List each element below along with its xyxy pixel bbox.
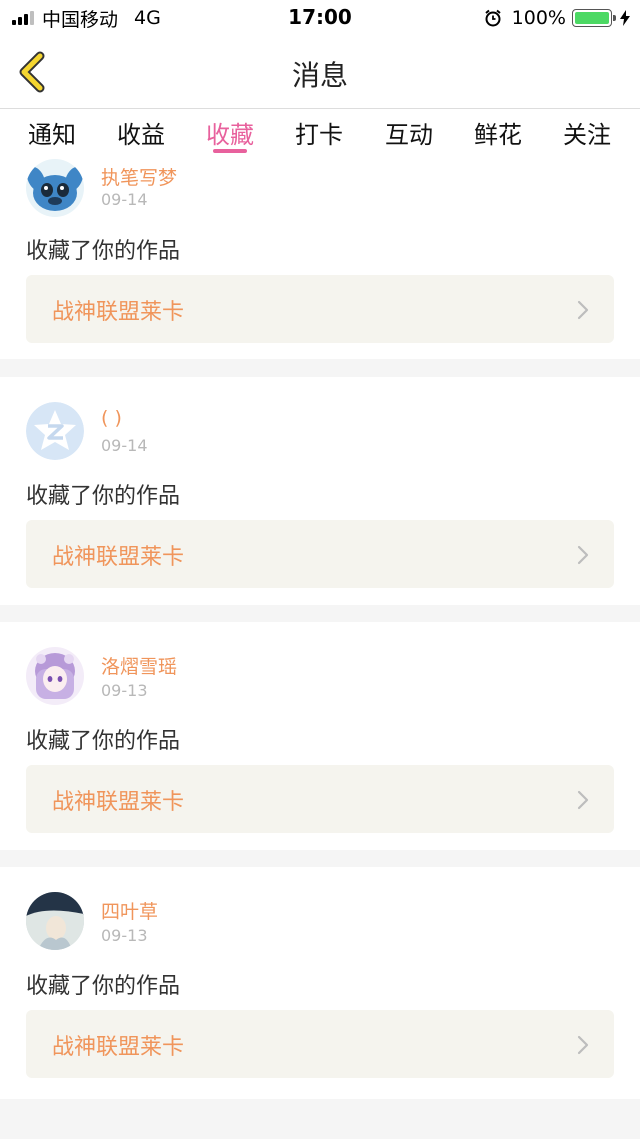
message-date: 09-14 [101,190,148,209]
message-date: 09-13 [101,681,148,700]
stitch-avatar-icon[interactable] [26,159,84,217]
qzone-star-avatar-icon[interactable] [26,402,84,460]
tab-checkin[interactable]: 打卡 [279,115,359,150]
active-tab-indicator [213,149,247,153]
battery-percent: 100% [511,7,566,29]
message-text: 收藏了你的作品 [26,484,181,509]
nav-bar: 消息 [0,36,640,109]
battery-fill [575,12,609,24]
work-title: 战神联盟莱卡 [52,300,185,325]
message-card: ( ) 09-14 收藏了你的作品 战神联盟莱卡 [0,377,640,605]
work-link[interactable]: 战神联盟莱卡 [26,275,614,343]
work-link[interactable]: 战神联盟莱卡 [26,520,614,588]
username[interactable]: 洛熠雪瑶 [101,652,177,679]
message-date: 09-14 [101,436,148,455]
message-text: 收藏了你的作品 [26,974,181,999]
message-card: 四叶草 09-13 收藏了你的作品 战神联盟莱卡 [0,867,640,1099]
chevron-right-icon [577,545,589,565]
message-card: 执笔写梦 09-14 收藏了你的作品 战神联盟莱卡 [0,159,640,359]
username[interactable]: ( ) [101,407,122,429]
work-title: 战神联盟莱卡 [52,545,185,570]
status-right: 100% [484,6,630,30]
work-link[interactable]: 战神联盟莱卡 [26,765,614,833]
tab-favorites[interactable]: 收藏 [190,115,270,150]
message-text: 收藏了你的作品 [26,729,181,754]
work-link[interactable]: 战神联盟莱卡 [26,1010,614,1078]
tab-interaction[interactable]: 互动 [369,115,449,150]
status-bar: 中国移动 4G 17:00 100% [0,0,640,36]
username[interactable]: 四叶草 [101,897,158,924]
work-title: 战神联盟莱卡 [52,1035,185,1060]
charging-bolt-icon [620,10,630,26]
chevron-right-icon [577,790,589,810]
alarm-icon [485,9,501,27]
tab-notify[interactable]: 通知 [12,115,92,150]
message-date: 09-13 [101,926,148,945]
tab-earnings[interactable]: 收益 [101,115,181,150]
battery-icon [572,9,616,27]
username[interactable]: 执笔写梦 [101,163,177,190]
message-text: 收藏了你的作品 [26,239,181,264]
tab-bar: 通知 收益 收藏 打卡 互动 鲜花 关注 [0,109,640,159]
message-card: 洛熠雪瑶 09-13 收藏了你的作品 战神联盟莱卡 [0,622,640,850]
chevron-right-icon [577,1035,589,1055]
tab-flowers[interactable]: 鲜花 [458,115,538,150]
page-title: 消息 [291,59,348,92]
anime-girl-avatar-icon[interactable] [26,647,84,705]
work-title: 战神联盟莱卡 [52,790,185,815]
photo-avatar-icon[interactable] [26,892,84,950]
tab-follow[interactable]: 关注 [547,115,627,150]
chevron-right-icon [577,300,589,320]
